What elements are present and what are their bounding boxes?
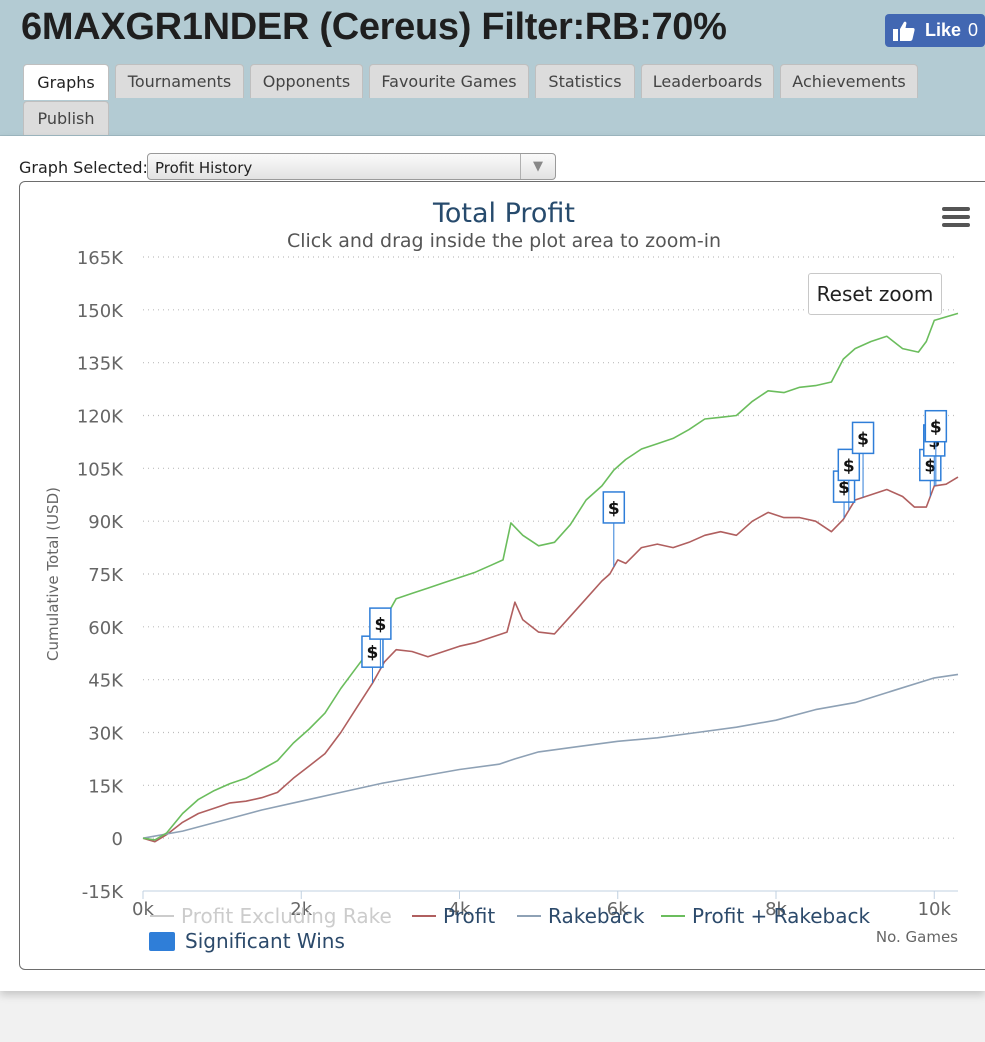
legend-label: Profit Excluding Rake bbox=[181, 904, 392, 928]
chevron-down-icon[interactable]: ▼ bbox=[520, 154, 555, 179]
legend-item-significant-wins[interactable]: Significant Wins bbox=[149, 929, 345, 953]
significant-win-label: $ bbox=[367, 643, 379, 663]
legend-label: Profit + Rakeback bbox=[692, 904, 871, 928]
thumbs-up-icon bbox=[893, 21, 915, 41]
significant-win-label: $ bbox=[857, 429, 869, 449]
x-tick-label: 10k bbox=[918, 899, 952, 920]
significant-win-label: $ bbox=[843, 456, 855, 476]
y-tick-label: 60K bbox=[88, 618, 124, 639]
tab-statistics[interactable]: Statistics bbox=[535, 64, 635, 98]
tab-tournaments[interactable]: Tournaments bbox=[115, 64, 244, 98]
y-tick-label: 30K bbox=[88, 724, 124, 745]
y-tick-label: 165K bbox=[77, 248, 124, 269]
legend-swatch bbox=[412, 915, 436, 917]
y-tick-label: 90K bbox=[88, 512, 124, 533]
y-tick-label: 150K bbox=[77, 301, 124, 322]
reset-zoom-button[interactable]: Reset zoom bbox=[808, 273, 942, 315]
graph-selected-label: Graph Selected: bbox=[19, 158, 148, 177]
like-label: Like bbox=[925, 20, 962, 40]
significant-win-label: $ bbox=[374, 615, 386, 635]
hamburger-menu-icon[interactable] bbox=[940, 204, 972, 230]
significant-win-label: $ bbox=[608, 499, 620, 519]
chart-title: Total Profit bbox=[432, 198, 575, 229]
legend-swatch bbox=[661, 915, 685, 917]
legend-label: Profit bbox=[443, 904, 496, 928]
facebook-like-button[interactable]: Like 0 bbox=[885, 14, 985, 47]
legend-swatch bbox=[150, 915, 174, 917]
y-tick-label: 135K bbox=[77, 354, 124, 375]
tab-favourite-games[interactable]: Favourite Games bbox=[369, 64, 529, 98]
tab-leaderboards[interactable]: Leaderboards bbox=[641, 64, 774, 98]
legend-item-profit[interactable]: Profit bbox=[412, 904, 495, 928]
significant-win-label: $ bbox=[930, 418, 942, 438]
graph-select-value: Profit History bbox=[155, 159, 253, 177]
legend-label: Rakeback bbox=[548, 904, 645, 928]
tab-publish[interactable]: Publish bbox=[23, 101, 109, 135]
y-tick-label: 120K bbox=[77, 407, 124, 428]
graph-select-dropdown[interactable]: Profit History ▼ bbox=[147, 153, 556, 180]
legend-item-rakeback[interactable]: Rakeback bbox=[517, 904, 644, 928]
chart-container[interactable]: -15K 0 15K 30K 45K 60K 75K 90K 105K 120K 135K 150K 1… bbox=[19, 181, 985, 970]
legend-swatch bbox=[517, 915, 541, 917]
y-axis-title: Cumulative Total (USD) bbox=[44, 487, 62, 661]
page-header: 6MAXGR1NDER (Cereus) Filter:RB:70% Like … bbox=[0, 0, 985, 136]
profit-plus-rakeback-series-line[interactable] bbox=[142, 312, 959, 841]
x-axis-title: No. Games bbox=[876, 928, 958, 946]
page-title: 6MAXGR1NDER (Cereus) Filter:RB:70% bbox=[21, 6, 727, 48]
like-count: 0 bbox=[968, 20, 979, 40]
tab-achievements[interactable]: Achievements bbox=[780, 64, 918, 98]
y-tick-label: 105K bbox=[77, 459, 124, 480]
y-tick-label: -15K bbox=[82, 882, 124, 903]
legend-item-profit-plus-rakeback[interactable]: Profit + Rakeback bbox=[661, 904, 870, 928]
y-tick-label: 15K bbox=[88, 776, 124, 797]
legend-item-profit-excluding-rake[interactable]: Profit Excluding Rake bbox=[150, 904, 392, 928]
y-tick-label: 0 bbox=[112, 829, 123, 850]
legend-swatch bbox=[149, 931, 175, 951]
tab-graphs[interactable]: Graphs bbox=[23, 64, 109, 100]
profit-series-line[interactable] bbox=[142, 476, 959, 843]
y-tick-label: 75K bbox=[88, 565, 124, 586]
tab-opponents[interactable]: Opponents bbox=[250, 64, 363, 98]
legend-label: Significant Wins bbox=[185, 929, 345, 953]
chart-subtitle: Click and drag inside the plot area to z… bbox=[287, 230, 721, 252]
rakeback-series-line[interactable] bbox=[142, 673, 959, 839]
y-tick-label: 45K bbox=[88, 671, 124, 692]
